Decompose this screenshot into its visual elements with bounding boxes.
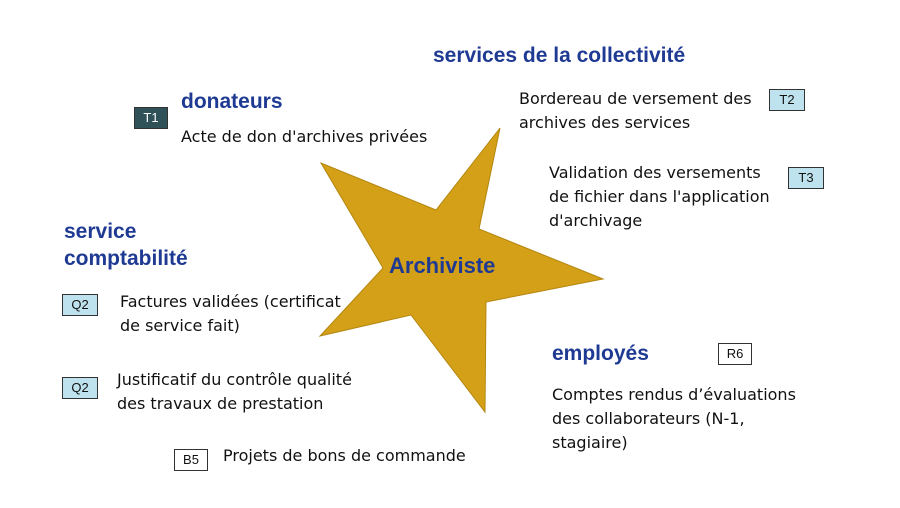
b5-text: Projets de bons de commande (223, 446, 466, 465)
t2-tag: T2 (769, 89, 805, 111)
t3-tag: T3 (788, 167, 824, 189)
t2-line2: archives des services (519, 113, 691, 132)
q2a-line2: de service fait) (120, 316, 240, 335)
r6-line3: stagiaire) (552, 433, 628, 452)
collectivite-heading: services de la collectivité (433, 44, 686, 67)
r6-line1: Comptes rendus d’évaluations (552, 385, 796, 404)
q2a-tag: Q2 (62, 294, 98, 316)
q2b-line1: Justificatif du contrôle qualité (117, 370, 352, 389)
r6-text: Comptes rendus d’évaluations des collabo… (552, 383, 796, 455)
t2-line1: Bordereau de versement des (519, 89, 752, 108)
r6-line2: des collaborateurs (N-1, (552, 409, 745, 428)
r6-tag: R6 (718, 343, 752, 365)
q2a-line1: Factures validées (certificat (120, 292, 341, 311)
donateurs-heading: donateurs (181, 90, 283, 113)
t3-line1: Validation des versements (549, 163, 761, 182)
q2b-tag: Q2 (62, 377, 98, 399)
t3-text: Validation des versements de fichier dan… (549, 161, 770, 233)
q2b-line2: des travaux de prestation (117, 394, 324, 413)
b5-tag: B5 (174, 449, 208, 471)
t3-line2: de fichier dans l'application (549, 187, 770, 206)
q2b-text: Justificatif du contrôle qualité des tra… (117, 368, 352, 416)
t1-tag: T1 (134, 107, 168, 129)
q2a-text: Factures validées (certificat de service… (120, 290, 341, 338)
comptabilite-heading-line1: service (64, 220, 137, 243)
t2-text: Bordereau de versement des archives des … (519, 87, 752, 135)
archiviste-label: Archiviste (389, 253, 496, 278)
comptabilite-heading: service comptabilité (64, 218, 188, 272)
comptabilite-heading-line2: comptabilité (64, 247, 188, 270)
t3-line3: d'archivage (549, 211, 643, 230)
employes-heading: employés (552, 342, 649, 365)
donateurs-item: Acte de don d'archives privées (181, 127, 428, 146)
